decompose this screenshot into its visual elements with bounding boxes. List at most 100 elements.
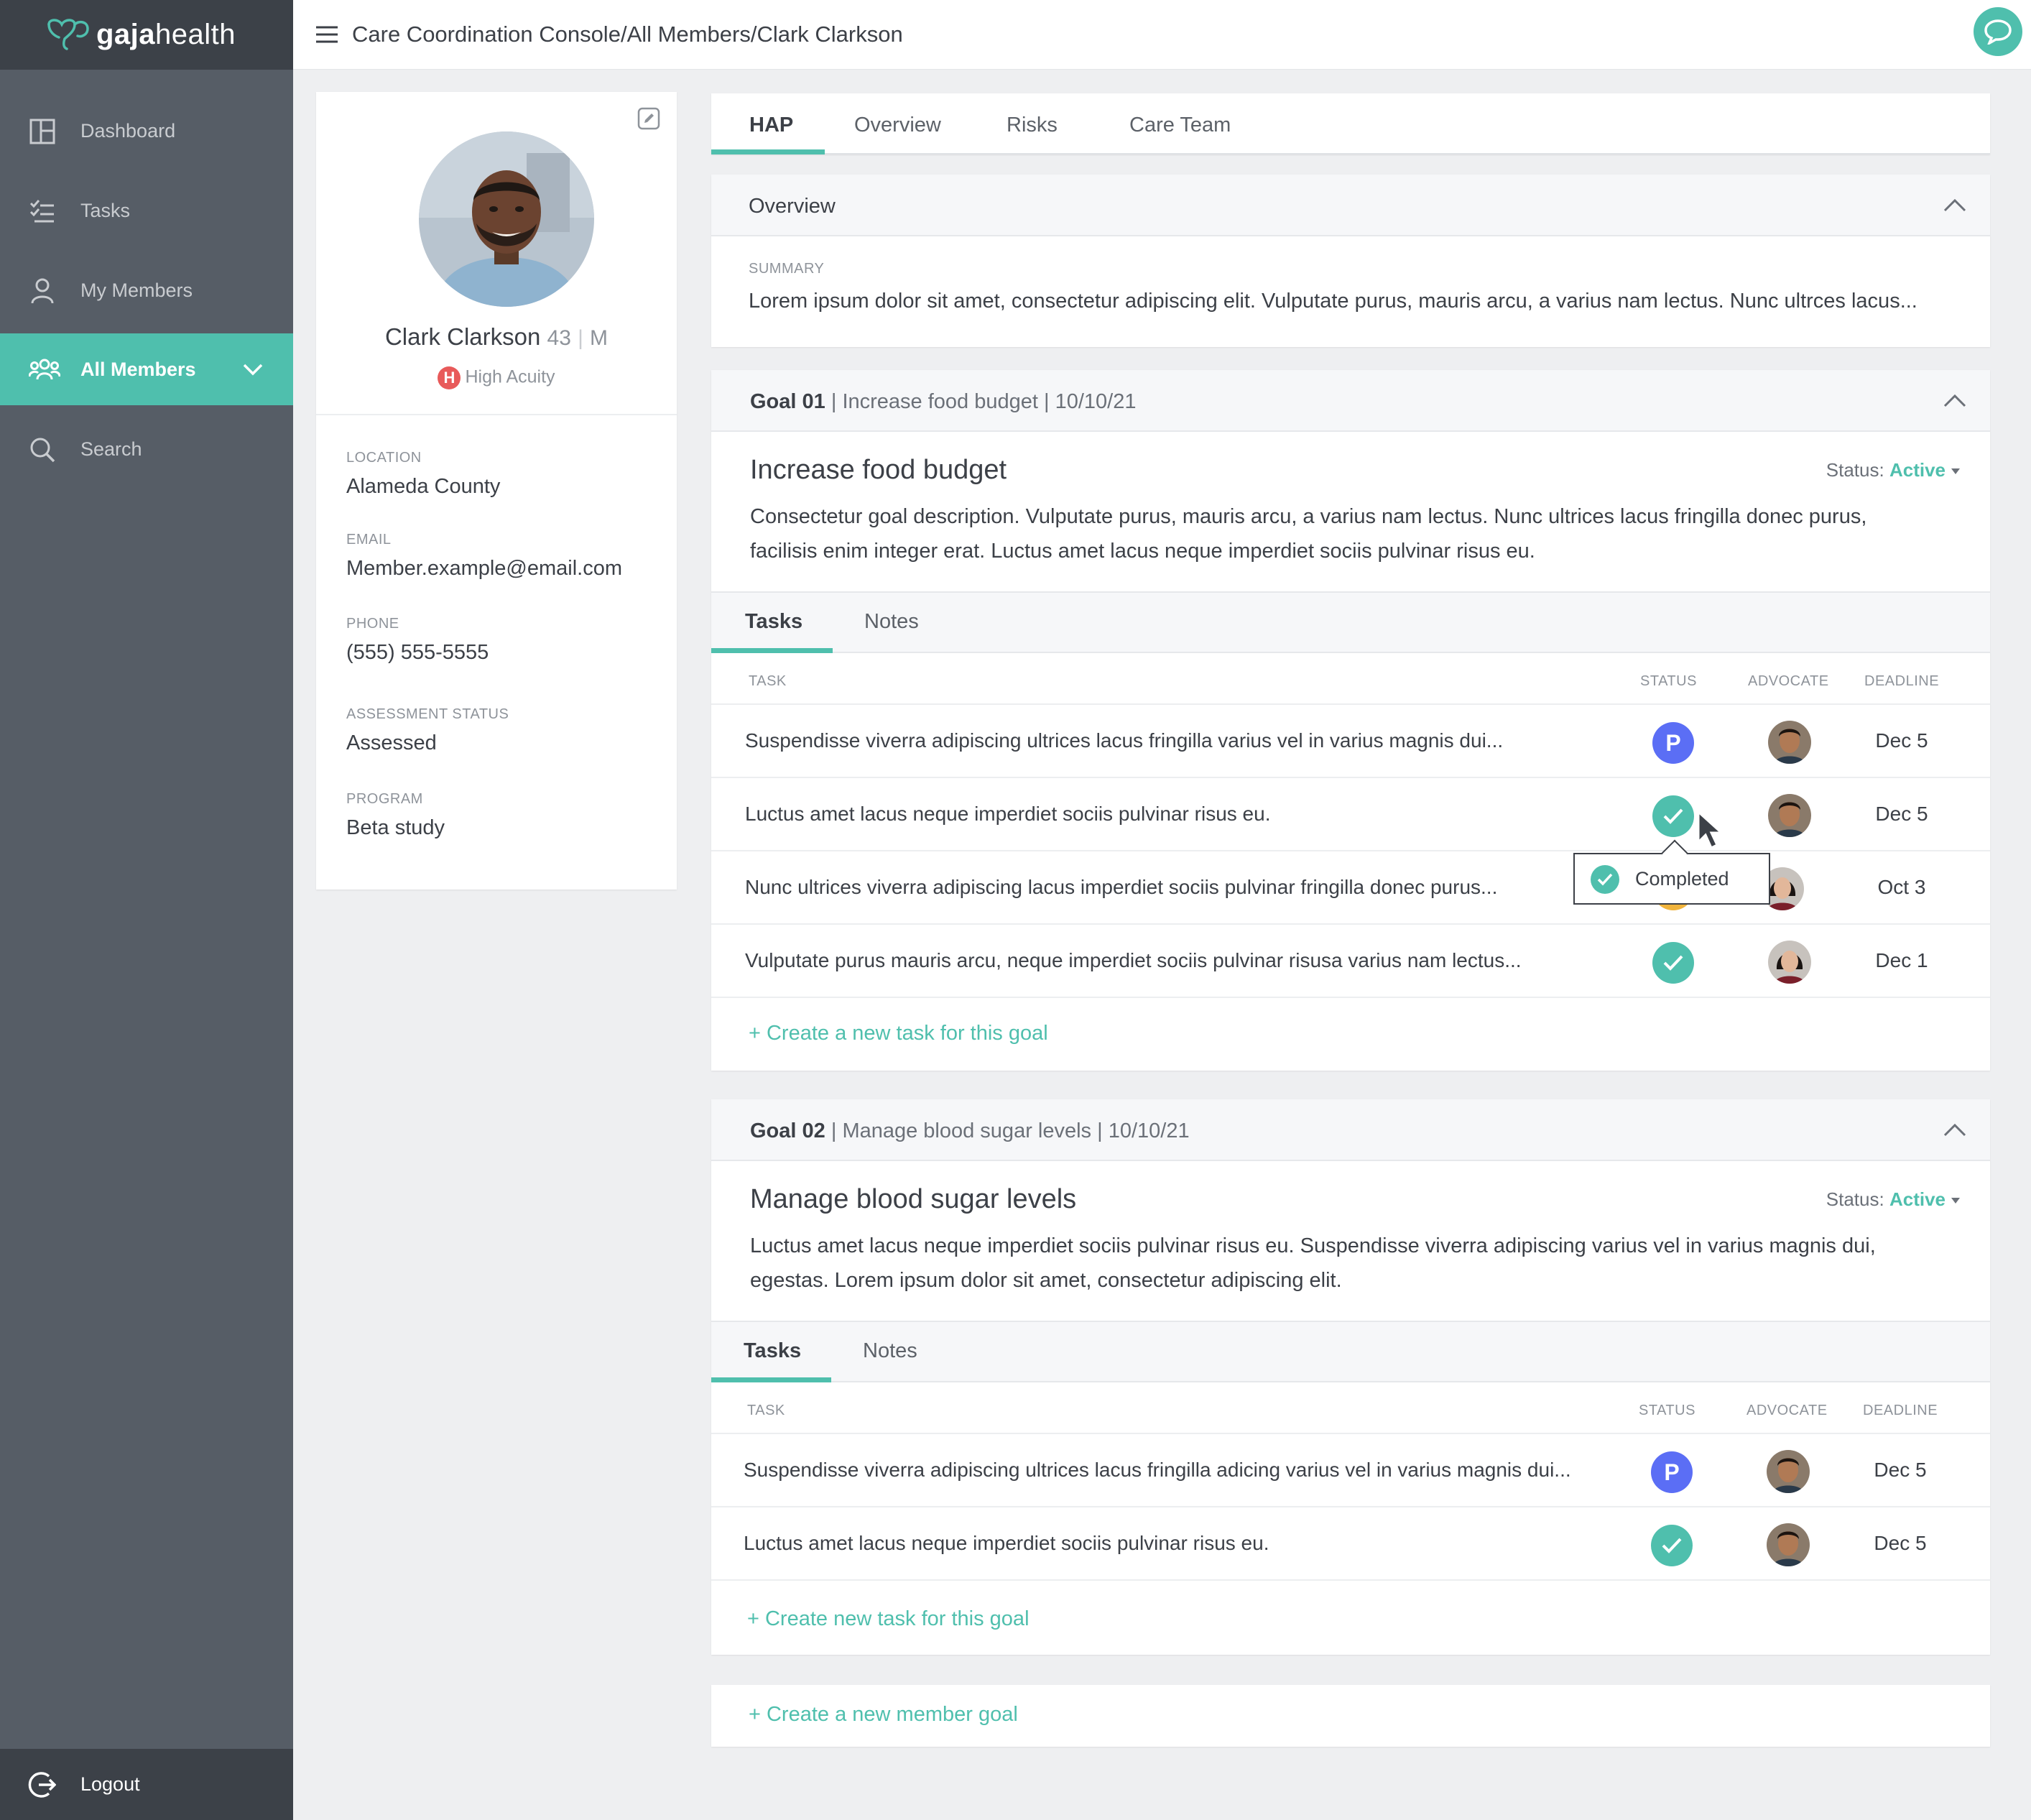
goal-status-dropdown[interactable]: Status: Active xyxy=(1826,459,1960,481)
advocate-photo-male xyxy=(1768,721,1811,764)
add-goal-card: + Create a new member goal xyxy=(711,1685,1990,1747)
subtab-notes[interactable]: Notes xyxy=(864,610,919,634)
acuity-indicator: H High Acuity xyxy=(316,366,677,389)
breadcrumb-item-member: Clark Clarkson xyxy=(757,22,903,47)
breadcrumb-item-console[interactable]: Care Coordination Console xyxy=(352,22,621,47)
table-row[interactable]: Nunc ultrices viverra adipiscing lacus i… xyxy=(711,851,1990,925)
summary-text: Lorem ipsum dolor sit amet, consectetur … xyxy=(749,290,1917,313)
goal-header-text: Goal 02 | Manage blood sugar levels | 10… xyxy=(750,1119,1190,1143)
advocate-photo-male xyxy=(1768,794,1811,837)
tab-care-team[interactable]: Care Team xyxy=(1129,114,1231,137)
chevron-down-icon[interactable] xyxy=(241,358,264,381)
goal-header[interactable]: Goal 01 | Increase food budget | 10/10/2… xyxy=(711,370,1990,432)
sidebar-item-tasks[interactable]: Tasks xyxy=(0,175,293,246)
field-value[interactable]: (555) 555-5555 xyxy=(346,641,489,665)
member-name: Clark Clarkson 43 | M xyxy=(316,323,677,351)
table-row[interactable]: Luctus amet lacus neque imperdiet sociis… xyxy=(711,778,1990,851)
sidebar-item-my-members[interactable]: My Members xyxy=(0,254,293,326)
create-task-link[interactable]: + Create new task for this goal xyxy=(747,1607,1030,1631)
logout-button[interactable]: Logout xyxy=(0,1749,293,1820)
subtab-tasks[interactable]: Tasks xyxy=(745,610,802,634)
name-divider: | xyxy=(578,326,583,350)
status-value: Active xyxy=(1889,1188,1946,1210)
advocate-avatar[interactable] xyxy=(1767,1450,1810,1493)
goal-subtabs: Tasks Notes xyxy=(711,591,1990,653)
checkmark-icon xyxy=(1597,873,1613,886)
sidebar-item-label: Tasks xyxy=(80,199,131,221)
sidebar-item-all-members[interactable]: All Members xyxy=(0,333,293,405)
deadline: Dec 5 xyxy=(1875,729,1928,752)
person-icon xyxy=(31,278,54,304)
status-completed-badge[interactable] xyxy=(1651,1525,1693,1566)
member-photo xyxy=(419,131,594,307)
advocate-photo-male xyxy=(1767,1450,1810,1493)
tab-hap[interactable]: HAP xyxy=(749,114,793,137)
chat-button[interactable] xyxy=(1974,7,2022,56)
subtab-tasks[interactable]: Tasks xyxy=(744,1339,801,1363)
goal-title: Increase food budget xyxy=(750,455,1007,485)
sidebar-item-search[interactable]: Search xyxy=(0,413,293,485)
summary-label: SUMMARY xyxy=(749,261,825,277)
tasks-icon xyxy=(29,200,54,223)
table-row[interactable]: Luctus amet lacus neque imperdiet sociis… xyxy=(711,1507,1990,1581)
member-age: 43 xyxy=(547,326,571,350)
table-row[interactable]: Vulputate purus mauris arcu, neque imper… xyxy=(711,925,1990,998)
caret-down-icon xyxy=(1951,1198,1960,1204)
chevron-up-icon[interactable] xyxy=(1943,1121,1967,1138)
breadcrumb-item-all-members[interactable]: All Members xyxy=(627,22,751,47)
sidebar-item-label: Search xyxy=(80,438,142,460)
chevron-up-icon[interactable] xyxy=(1943,196,1967,213)
goal-card: Goal 01 | Increase food budget | 10/10/2… xyxy=(711,370,1990,1071)
column-task: TASK xyxy=(749,673,787,689)
overview-header[interactable]: Overview xyxy=(711,175,1990,236)
advocate-avatar[interactable] xyxy=(1767,1523,1810,1566)
field-label: LOCATION xyxy=(346,450,422,466)
overview-section: Overview SUMMARY Lorem ipsum dolor sit a… xyxy=(711,175,1990,347)
sidebar-item-label: All Members xyxy=(80,358,196,380)
program-field: PROGRAM Beta study xyxy=(346,791,445,840)
goal-subtabs: Tasks Notes xyxy=(711,1321,1990,1382)
table-row[interactable]: Suspendisse viverra adipiscing ultrices … xyxy=(711,705,1990,778)
sidebar-item-dashboard[interactable]: Dashboard xyxy=(0,95,293,167)
sidebar: gajahealth Dashboard Tasks My Members Al… xyxy=(0,0,293,1820)
tab-overview[interactable]: Overview xyxy=(854,114,941,137)
table-row[interactable]: Suspendisse viverra adipiscing ultrices … xyxy=(711,1434,1990,1507)
field-label: PROGRAM xyxy=(346,791,423,807)
location-field: LOCATION Alameda County xyxy=(346,450,500,499)
column-status: STATUS xyxy=(1639,1403,1695,1418)
hamburger-menu-icon[interactable] xyxy=(315,23,339,46)
status-completed-badge[interactable] xyxy=(1652,795,1694,837)
phone-field: PHONE (555) 555-5555 xyxy=(346,616,489,665)
member-full-name: Clark Clarkson xyxy=(384,323,541,350)
caret-down-icon xyxy=(1951,468,1960,475)
subtab-notes[interactable]: Notes xyxy=(863,1339,917,1363)
field-value[interactable]: Member.example@email.com xyxy=(346,557,622,581)
status-completed-badge[interactable] xyxy=(1652,942,1694,984)
status-pending-badge[interactable]: P xyxy=(1651,1451,1693,1493)
task-text: Nunc ultrices viverra adipiscing lacus i… xyxy=(745,876,1498,898)
advocate-avatar[interactable] xyxy=(1768,794,1811,837)
tab-risks[interactable]: Risks xyxy=(1007,114,1058,137)
edit-icon[interactable] xyxy=(637,106,661,131)
goal-description: Luctus amet lacus neque imperdiet sociis… xyxy=(750,1234,1876,1292)
advocate-avatar[interactable] xyxy=(1768,721,1811,764)
chevron-up-icon[interactable] xyxy=(1943,392,1967,409)
advocate-avatar[interactable] xyxy=(1768,941,1811,984)
goal-header[interactable]: Goal 02 | Manage blood sugar levels | 10… xyxy=(711,1099,1990,1161)
elephant-logo-icon xyxy=(47,18,89,50)
checkmark-icon xyxy=(1663,808,1683,824)
completed-check-icon xyxy=(1591,865,1619,894)
member-avatar xyxy=(419,131,594,307)
column-advocate: ADVOCATE xyxy=(1748,673,1829,689)
create-task-link[interactable]: + Create a new task for this goal xyxy=(749,1022,1048,1045)
brand-logo[interactable]: gajahealth xyxy=(0,0,293,70)
status-pending-badge[interactable]: P xyxy=(1652,722,1694,764)
profile-header: Clark Clarkson 43 | M H High Acuity xyxy=(316,92,677,415)
field-value: Beta study xyxy=(346,816,445,839)
deadline: Oct 3 xyxy=(1877,876,1926,898)
create-goal-link[interactable]: + Create a new member goal xyxy=(749,1703,1018,1727)
active-subtab-indicator xyxy=(711,1377,831,1382)
member-profile-card: Clark Clarkson 43 | M H High Acuity LOCAT… xyxy=(316,92,677,890)
goal-status-dropdown[interactable]: Status: Active xyxy=(1826,1188,1960,1211)
breadcrumb: Care Coordination Console / All Members … xyxy=(352,22,903,47)
